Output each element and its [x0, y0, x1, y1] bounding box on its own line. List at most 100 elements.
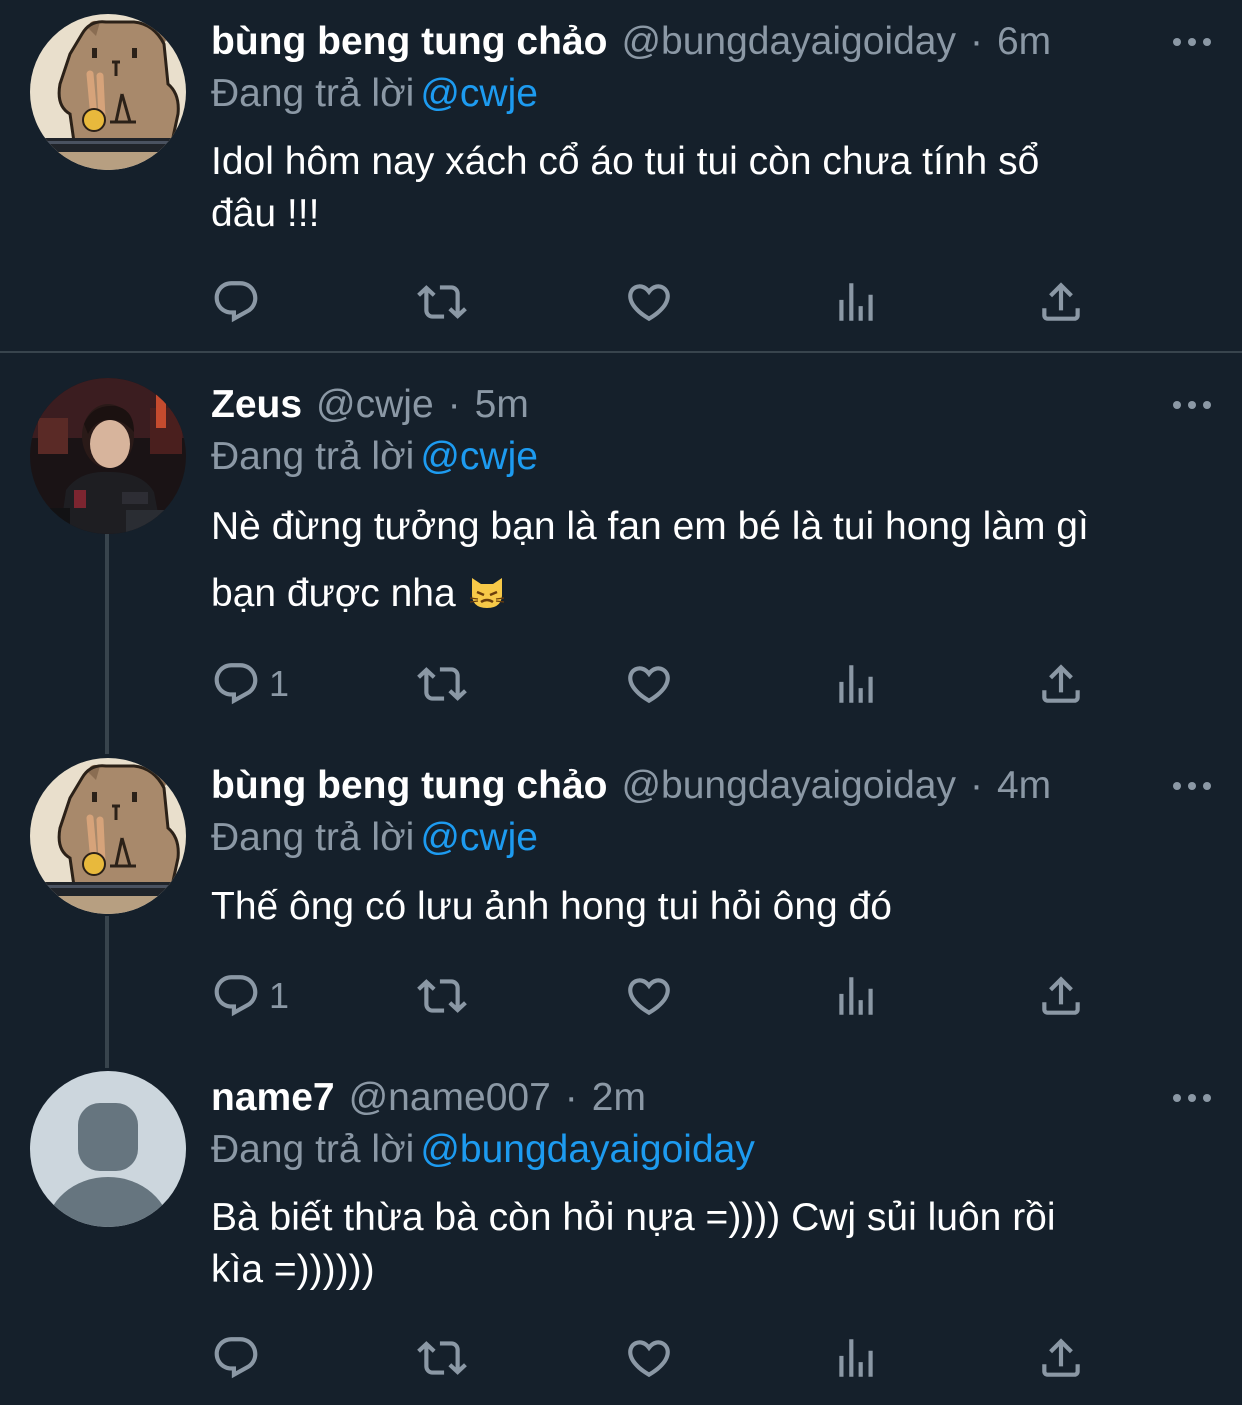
views-button[interactable]: [831, 274, 881, 330]
more-button[interactable]: [1172, 16, 1212, 68]
reply-count: 1: [269, 975, 290, 1016]
views-button[interactable]: [831, 968, 881, 1024]
more-button[interactable]: [1172, 379, 1212, 431]
default-avatar-image: [30, 1071, 186, 1227]
avatar[interactable]: [30, 14, 186, 170]
retweet-button[interactable]: [417, 968, 467, 1024]
retweet-button[interactable]: [417, 1330, 467, 1386]
reply-icon: [211, 971, 261, 1021]
separator: ·: [564, 1076, 578, 1119]
tweet-text-line: đâu !!!: [211, 192, 320, 235]
reply-button[interactable]: [211, 274, 269, 330]
like-icon: [624, 971, 674, 1021]
tweet-text: Bà biết thừa bà còn hỏi nựa =)))) Cwj sủ…: [211, 1192, 1211, 1296]
tweet-text-line: Idol hôm nay xách cổ áo tui tui còn chưa…: [211, 140, 1040, 183]
share-button[interactable]: [1036, 968, 1086, 1024]
like-icon: [624, 1333, 674, 1383]
share-icon: [1036, 1333, 1086, 1383]
thread-line: [105, 534, 109, 754]
like-icon: [624, 277, 674, 327]
more-icon: [1172, 37, 1212, 47]
separator: ·: [969, 764, 983, 807]
retweet-button[interactable]: [417, 274, 467, 330]
user-handle[interactable]: @bungdayaigoiday: [621, 760, 956, 812]
views-icon: [831, 659, 881, 709]
mention-link[interactable]: @bungdayaigoiday: [420, 1128, 755, 1171]
more-icon: [1172, 781, 1212, 791]
views-icon: [831, 277, 881, 327]
more-button[interactable]: [1172, 760, 1212, 812]
reply-count: 1: [269, 663, 290, 704]
reply-button[interactable]: 1: [211, 656, 289, 712]
tweet-text-line: Thế ông có lưu ảnh hong tui hỏi ông đó: [211, 885, 892, 928]
tweet-text-line: Nè đừng tưởng bạn là fan em bé là tui ho…: [211, 505, 1089, 548]
tweet-text: Nè đừng tưởng bạn là fan em bé là tui ho…: [211, 498, 1211, 626]
timestamp[interactable]: 2m: [592, 1072, 646, 1124]
divider: [0, 351, 1242, 353]
timestamp[interactable]: 4m: [997, 760, 1051, 812]
user-handle[interactable]: @name007: [349, 1072, 551, 1124]
timestamp[interactable]: 6m: [997, 16, 1051, 68]
display-name[interactable]: Zeus: [211, 379, 302, 431]
replying-to: Đang trả lời @bungdayaigoiday: [211, 1124, 755, 1176]
gamer-photo-avatar-image: [30, 378, 186, 534]
user-handle[interactable]: @bungdayaigoiday: [621, 16, 956, 68]
tweet-text: Idol hôm nay xách cổ áo tui tui còn chưa…: [211, 136, 1211, 240]
replying-prefix: Đang trả lời: [211, 816, 415, 859]
action-bar: [211, 274, 1091, 330]
timestamp[interactable]: 5m: [475, 379, 529, 431]
tweet-text-line-2: bạn được nha: [211, 562, 1211, 626]
views-button[interactable]: [831, 1330, 881, 1386]
replying-prefix: Đang trả lời: [211, 1128, 415, 1171]
more-button[interactable]: [1172, 1072, 1212, 1124]
display-name[interactable]: bùng beng tung chảo: [211, 16, 607, 68]
tweet-text: Thế ông có lưu ảnh hong tui hỏi ông đó: [211, 880, 1211, 934]
replying-prefix: Đang trả lời: [211, 72, 415, 115]
replying-to: Đang trả lời @cwje: [211, 68, 538, 120]
reply-icon: [211, 659, 261, 709]
display-name[interactable]: bùng beng tung chảo: [211, 760, 607, 812]
reply-button[interactable]: 1: [211, 968, 289, 1024]
pouting-cat-emoji: [469, 578, 504, 608]
capybara-avatar-image: [30, 758, 186, 914]
share-icon: [1036, 277, 1086, 327]
action-bar: 1: [211, 968, 1091, 1024]
mention-link[interactable]: @cwje: [420, 816, 538, 859]
share-icon: [1036, 659, 1086, 709]
like-button[interactable]: [624, 968, 674, 1024]
replying-prefix: Đang trả lời: [211, 435, 415, 478]
avatar[interactable]: [30, 378, 186, 534]
share-button[interactable]: [1036, 656, 1086, 712]
share-button[interactable]: [1036, 1330, 1086, 1386]
user-handle[interactable]: @cwje: [316, 379, 434, 431]
mention-link[interactable]: @cwje: [420, 435, 538, 478]
avatar[interactable]: [30, 758, 186, 914]
retweet-button[interactable]: [417, 656, 467, 712]
replying-to: Đang trả lời @cwje: [211, 812, 538, 864]
views-icon: [831, 1333, 881, 1383]
retweet-icon: [417, 277, 467, 327]
share-button[interactable]: [1036, 274, 1086, 330]
separator: ·: [447, 383, 461, 426]
more-icon: [1172, 1093, 1212, 1103]
retweet-icon: [417, 1333, 467, 1383]
capybara-avatar-image: [30, 14, 186, 170]
retweet-icon: [417, 659, 467, 709]
reply-button[interactable]: [211, 1330, 269, 1386]
share-icon: [1036, 971, 1086, 1021]
thread-line: [105, 916, 109, 1068]
like-button[interactable]: [624, 656, 674, 712]
display-name[interactable]: name7: [211, 1072, 335, 1124]
like-button[interactable]: [624, 1330, 674, 1386]
separator: ·: [969, 20, 983, 63]
action-bar: 1: [211, 656, 1091, 712]
views-icon: [831, 971, 881, 1021]
reply-icon: [211, 1333, 261, 1383]
views-button[interactable]: [831, 656, 881, 712]
more-icon: [1172, 400, 1212, 410]
like-icon: [624, 659, 674, 709]
mention-link[interactable]: @cwje: [420, 72, 538, 115]
reply-icon: [211, 277, 261, 327]
like-button[interactable]: [624, 274, 674, 330]
avatar[interactable]: [30, 1071, 186, 1227]
